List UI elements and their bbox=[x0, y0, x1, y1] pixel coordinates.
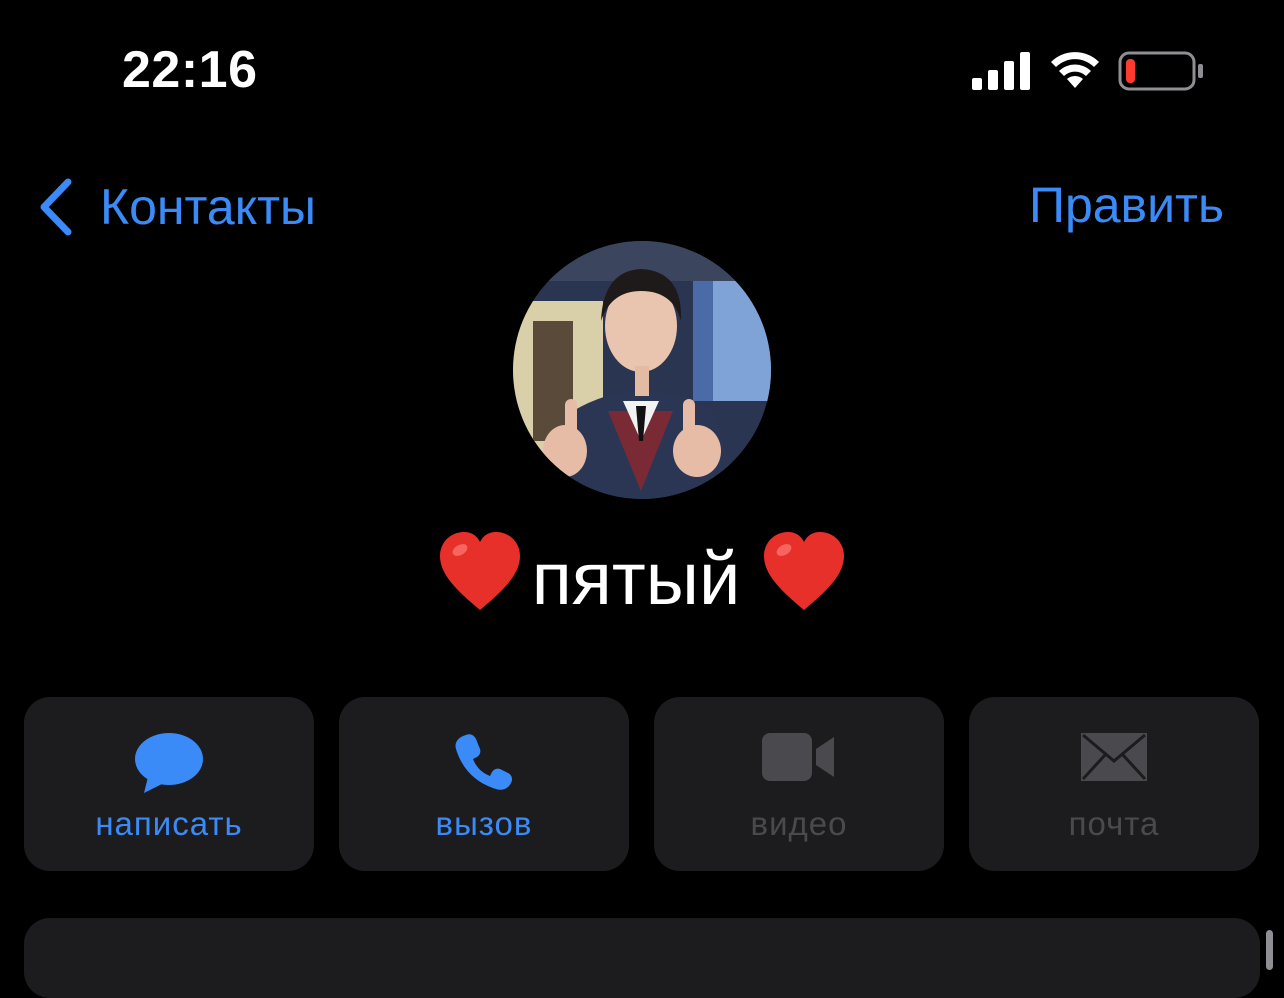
video-button-label: видео bbox=[750, 805, 848, 842]
message-button-label: написать bbox=[95, 805, 243, 842]
action-buttons: написать вызов видео почта bbox=[24, 697, 1260, 871]
status-bar: 22:16 bbox=[0, 0, 1284, 140]
mail-envelope-icon bbox=[1081, 733, 1147, 781]
status-time: 22:16 bbox=[122, 41, 258, 99]
contact-info-card bbox=[24, 918, 1260, 998]
red-heart-icon bbox=[439, 532, 520, 610]
wifi-icon bbox=[1051, 52, 1099, 88]
call-button-label: вызов bbox=[435, 805, 533, 842]
cellular-signal-icon bbox=[972, 52, 1030, 90]
phone-icon bbox=[455, 734, 512, 790]
back-button[interactable]: Контакты bbox=[36, 174, 316, 240]
edit-button[interactable]: Править bbox=[1029, 180, 1224, 230]
contact-photo bbox=[513, 241, 771, 499]
video-button[interactable]: видео bbox=[654, 697, 944, 871]
back-button-label: Контакты bbox=[100, 179, 316, 235]
message-button[interactable]: написать bbox=[24, 697, 314, 871]
scroll-indicator bbox=[1266, 930, 1273, 970]
message-bubble-icon bbox=[135, 733, 203, 793]
call-button[interactable]: вызов bbox=[339, 697, 629, 871]
battery-low-icon bbox=[1118, 51, 1203, 91]
red-heart-icon bbox=[764, 532, 845, 610]
chevron-left-icon bbox=[40, 178, 72, 236]
mail-button-label: почта bbox=[1068, 805, 1160, 842]
contact-name-text: пятый bbox=[531, 537, 741, 620]
mail-button[interactable]: почта bbox=[969, 697, 1259, 871]
contact-name: пятый bbox=[0, 528, 1284, 629]
video-camera-icon bbox=[762, 733, 834, 781]
